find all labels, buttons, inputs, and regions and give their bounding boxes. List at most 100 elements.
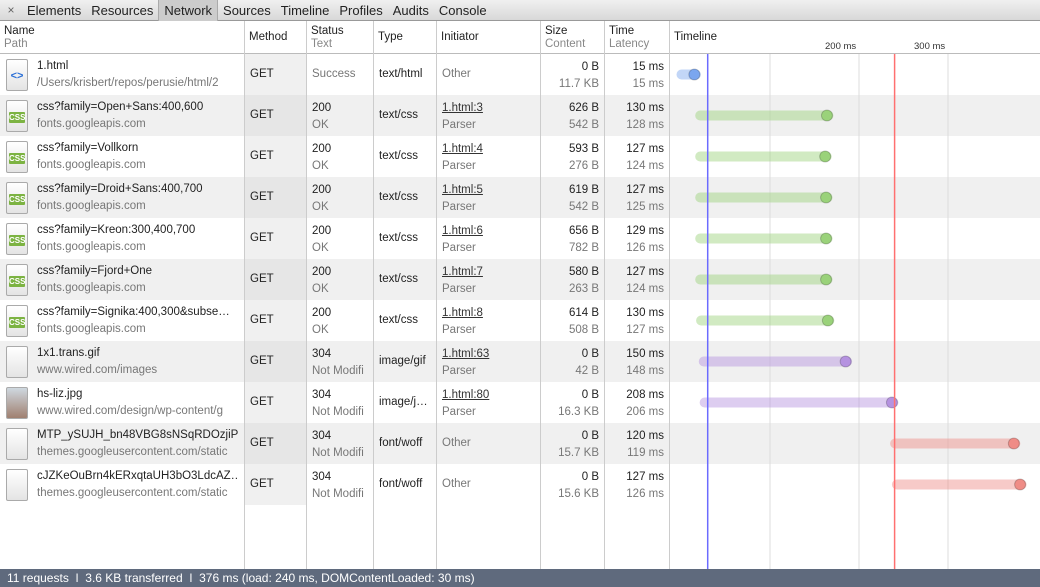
initiator-link[interactable]: 1.html:5 <box>442 182 535 199</box>
size-transferred: 580 B <box>568 266 599 278</box>
status-code: 200 <box>312 184 332 196</box>
timeline-bar-end <box>819 150 832 163</box>
tab-console[interactable]: Console <box>434 0 492 21</box>
request-size: 0 B 15.7 KB <box>541 423 604 464</box>
request-row-name[interactable]: 1x1.trans.gif www.wired.com/images <box>0 341 244 382</box>
request-name: 1x1.trans.gif <box>37 346 100 359</box>
request-row-name[interactable]: CSS css?family=Droid+Sans:400,700 fonts.go… <box>0 177 244 218</box>
status-text: OK <box>312 283 329 295</box>
request-size: 619 B 542 B <box>541 177 604 218</box>
status-text: Not Modifi <box>312 447 364 459</box>
initiator-link[interactable]: 1.html:7 <box>442 264 535 281</box>
tab-resources[interactable]: Resources <box>86 0 158 21</box>
request-row-name[interactable]: CSS css?family=Kreon:300,400,700 fonts.goo… <box>0 218 244 259</box>
request-row-name[interactable]: CSS css?family=Open+Sans:400,600 fonts.goo… <box>0 95 244 136</box>
request-method: GET <box>245 136 306 177</box>
request-path: fonts.googleapis.com <box>37 199 146 212</box>
time-total: 129 ms <box>626 225 664 237</box>
column-method: Method GET GET GET GET GET GET GET GET GET GET GET <box>245 21 307 569</box>
request-path: fonts.googleapis.com <box>37 158 146 171</box>
status-code: 200 <box>312 307 332 319</box>
html-file-icon: <> <box>6 58 28 91</box>
timeline-bar <box>699 397 899 408</box>
time-latency: 119 ms <box>627 447 664 459</box>
column-time: Time Latency 15 ms 15 ms 130 ms 128 ms 127 ms 1… <box>605 21 670 569</box>
request-time: 130 ms 128 ms <box>605 95 669 136</box>
request-name: hs-liz.jpg <box>37 387 83 400</box>
initiator-link[interactable]: 1.html:63 <box>442 346 535 363</box>
close-icon[interactable]: × <box>0 3 22 17</box>
header-label: Name <box>4 25 35 37</box>
request-row-name[interactable]: CSS css?family=Vollkorn fonts.googleapis.c… <box>0 136 244 177</box>
header-time[interactable]: Time Latency <box>605 21 669 54</box>
header-method[interactable]: Method <box>245 21 306 54</box>
request-row-name[interactable]: hs-liz.jpg www.wired.com/design/wp-conten… <box>0 382 244 423</box>
header-label: Time <box>609 25 635 37</box>
time-total: 130 ms <box>626 102 664 114</box>
time-total: 127 ms <box>626 143 664 155</box>
request-name: css?family=Fjord+One <box>37 264 153 277</box>
header-status[interactable]: Status Text <box>307 21 373 54</box>
timeline-bar-end <box>1007 437 1020 450</box>
request-time: 130 ms 127 ms <box>605 300 669 341</box>
status-code: 200 <box>312 102 332 114</box>
request-path: www.wired.com/design/wp-content/g <box>37 404 223 417</box>
column-name: Name Path <> 1.html/Users/krisbert/repos/p… <box>0 21 245 569</box>
initiator-type: Parser <box>442 406 476 418</box>
status-text: Not Modifi <box>312 488 364 500</box>
request-method: GET <box>245 382 306 423</box>
request-row-name[interactable]: CSS css?family=Fjord+One fonts.googleapis.… <box>0 259 244 300</box>
initiator-type: Parser <box>442 201 476 213</box>
request-path: themes.googleusercontent.com/static <box>37 486 228 499</box>
tab-audits[interactable]: Audits <box>388 0 434 21</box>
request-initiator: Other <box>437 423 540 464</box>
initiator-link[interactable]: 1.html:4 <box>442 141 535 158</box>
request-row-name[interactable]: <> 1.html/Users/krisbert/repos/perusie/ht… <box>0 54 244 95</box>
time-latency: 125 ms <box>626 201 664 213</box>
tab-sources[interactable]: Sources <box>218 0 276 21</box>
request-type: font/woff <box>374 423 436 464</box>
request-time: 208 ms 206 ms <box>605 382 669 423</box>
column-timeline: Timeline 200 ms 300 ms <box>670 21 1040 569</box>
timeline-bar-end <box>820 273 833 286</box>
request-status: 200 OK <box>307 95 373 136</box>
request-size: 593 B 276 B <box>541 136 604 177</box>
time-total: 150 ms <box>626 348 664 360</box>
time-total: 127 ms <box>626 184 664 196</box>
tab-timeline[interactable]: Timeline <box>276 0 335 21</box>
request-initiator: 1.html:3 Parser <box>437 95 540 136</box>
initiator-link[interactable]: 1.html:6 <box>442 223 535 240</box>
tab-profiles[interactable]: Profiles <box>334 0 387 21</box>
column-status: Status Text Success 200 OK 200 OK 200 OK 200 OK 200… <box>307 21 374 569</box>
request-initiator: 1.html:80 Parser <box>437 382 540 423</box>
header-name[interactable]: Name Path <box>0 21 244 54</box>
request-name: css?family=Vollkorn <box>37 141 139 154</box>
tab-elements[interactable]: Elements <box>22 0 86 21</box>
header-size[interactable]: Size Content <box>541 21 604 54</box>
request-row-name[interactable]: CSS css?family=Signika:400,300&subse… font… <box>0 300 244 341</box>
file-icon <box>6 345 28 378</box>
initiator-link[interactable]: 1.html:8 <box>442 305 535 322</box>
tab-network[interactable]: Network <box>158 0 219 21</box>
request-row-name[interactable]: cJZKeOuBrn4kERxqtaUH3bO3LdcAZ… themes.goo… <box>0 464 244 505</box>
time-latency: 127 ms <box>626 324 664 336</box>
request-initiator: 1.html:8 Parser <box>437 300 540 341</box>
request-method: GET <box>245 177 306 218</box>
request-type: text/css <box>374 259 436 300</box>
initiator-link[interactable]: 1.html:80 <box>442 387 535 404</box>
timeline-bar <box>698 356 853 367</box>
file-icon <box>6 468 28 501</box>
timeline-tick: 200 ms <box>825 41 857 52</box>
request-initiator: 1.html:7 Parser <box>437 259 540 300</box>
size-transferred: 593 B <box>568 143 599 155</box>
header-initiator[interactable]: Initiator <box>437 21 540 54</box>
status-code: 200 <box>312 143 332 155</box>
initiator-type: Parser <box>442 365 476 377</box>
header-type[interactable]: Type <box>374 21 436 54</box>
column-size: Size Content 0 B 11.7 KB 626 B 542 B 593 B 276 … <box>541 21 605 569</box>
request-method: GET <box>245 423 306 464</box>
request-name: css?family=Droid+Sans:400,700 <box>37 182 203 195</box>
initiator-link[interactable]: 1.html:3 <box>442 100 535 117</box>
request-row-name[interactable]: MTP_ySUJH_bn48VBG8sNSqRDOzjiP… themes.goo… <box>0 423 244 464</box>
timeline-bar-end <box>820 109 833 122</box>
